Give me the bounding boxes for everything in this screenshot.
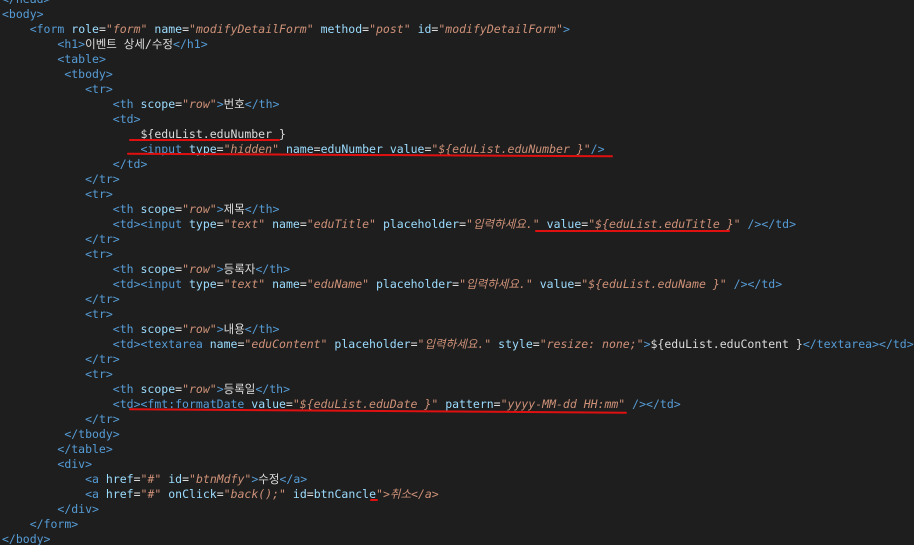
code-line: <tr>: [85, 82, 113, 96]
code-line: </body>: [2, 532, 51, 545]
code-line: <td>: [112, 112, 141, 126]
code-line: <table>: [57, 52, 106, 66]
annotation-underline-title-value: [535, 230, 730, 232]
code-line: </tr>: [85, 172, 120, 186]
code-line: <th scope="row">등록일</th>: [112, 382, 291, 396]
code-line: <tr>: [85, 187, 113, 201]
code-line: </tr>: [85, 352, 120, 366]
code-line: <td><textarea name="eduContent" placehol…: [112, 337, 914, 351]
code-line: <th scope="row">제목</th>: [112, 202, 280, 216]
code-line: </div>: [57, 502, 99, 516]
code-line: <tr>: [85, 307, 113, 321]
code-line: <tr>: [85, 367, 113, 381]
code-line: </tr>: [85, 412, 120, 426]
code-line: </form>: [29, 517, 79, 531]
code-line: </td>: [112, 157, 148, 171]
code-line: <form role="form" name="modifyDetailForm…: [29, 22, 570, 36]
code-line: <th scope="row">내용</th>: [112, 322, 280, 336]
code-line: <div>: [57, 457, 93, 471]
code-line: </tr>: [85, 292, 120, 306]
code-editor[interactable]: </head><body> <form role="form" name="mo…: [0, 0, 914, 545]
code-line: </tbody>: [64, 427, 120, 441]
code-line: <th scope="row">등록자</th>: [112, 262, 291, 276]
code-line: <a href="#" id="btnMdfy">수정</a>: [85, 472, 308, 486]
annotation-underline-edunumber: [129, 139, 280, 141]
code-line: <tr>: [85, 247, 113, 261]
annotation-underline-small: [370, 499, 378, 501]
code-line: <tbody>: [64, 67, 113, 81]
code-line: <body>: [2, 7, 44, 21]
code-line: <h1>이벤트 상세/수정</h1>: [57, 37, 208, 51]
code-line: </tr>: [85, 232, 120, 246]
code-line: <th scope="row">번호</th>: [112, 97, 280, 111]
code-line: <td><input type="text" name="eduName" pl…: [112, 277, 783, 291]
code-line: </table>: [57, 442, 113, 456]
code-line: </head>: [2, 0, 50, 7]
